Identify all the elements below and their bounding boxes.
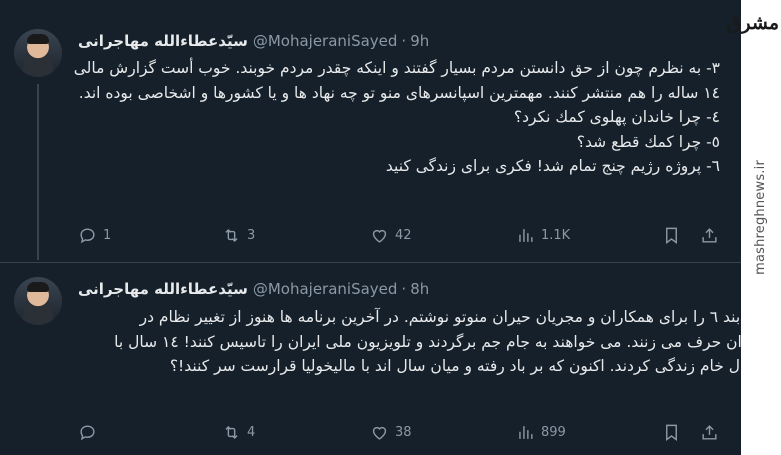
tweet-actions: 4 38 899	[78, 423, 728, 443]
avatar[interactable]	[14, 29, 62, 77]
like-count: 42	[395, 228, 412, 243]
author-handle[interactable]: @MohajeraniSayed	[253, 280, 398, 298]
share-button[interactable]	[700, 226, 719, 245]
views-button[interactable]: 1.1K	[516, 226, 570, 245]
tweet-header: سیّدعطاءالله مهاجرانی @MohajeraniSayed ·…	[78, 30, 456, 52]
retweet-icon	[225, 228, 238, 243]
separator: ·	[401, 32, 407, 50]
author-name[interactable]: سیّدعطاءالله مهاجرانی	[78, 32, 248, 50]
watermark-logo: مشرق	[726, 12, 779, 34]
timestamp[interactable]: 9h	[410, 32, 429, 50]
like-button[interactable]: 38	[370, 423, 412, 442]
timestamp[interactable]: 8h	[410, 280, 429, 298]
tweet[interactable]: سیّدعطاءالله مهاجرانی @MohajeraniSayed ·…	[0, 0, 742, 262]
author-handle[interactable]: @MohajeraniSayed	[253, 32, 398, 50]
views-count: 899	[541, 425, 566, 440]
like-button[interactable]: 42	[370, 226, 412, 245]
like-icon	[372, 229, 387, 243]
share-button[interactable]	[700, 423, 719, 442]
share-icon	[702, 228, 717, 243]
author-name[interactable]: سیّدعطاءالله مهاجرانی	[78, 280, 248, 298]
views-button[interactable]: 899	[516, 423, 566, 442]
tweet-header: سیّدعطاءالله مهاجرانی @MohajeraniSayed ·…	[78, 278, 495, 300]
bookmark-icon	[666, 424, 677, 442]
bookmark-button[interactable]	[662, 226, 681, 245]
reply-button[interactable]: 1	[78, 226, 111, 245]
reply-icon	[80, 425, 95, 441]
watermark-strip: مشرق mashreghnews.ir	[726, 0, 781, 455]
like-icon	[372, 426, 387, 440]
thread-line	[37, 84, 39, 260]
retweet-button[interactable]: 4	[222, 423, 255, 442]
retweet-icon	[225, 425, 238, 440]
avatar[interactable]	[14, 277, 62, 325]
views-icon	[519, 426, 533, 439]
reply-button[interactable]	[78, 423, 103, 442]
tweet-divider	[0, 262, 742, 263]
watermark-site: mashreghnews.ir	[753, 160, 768, 275]
retweet-button[interactable]: 3	[222, 226, 255, 245]
tweet-actions: 1 3 42 1.1K	[78, 226, 728, 246]
tweet-text: ٣- به نظرم چون از حق دانستن مردم بسیار گ…	[73, 59, 720, 175]
bookmark-button[interactable]	[662, 423, 681, 442]
views-count: 1.1K	[541, 228, 571, 243]
reply-count: 1	[103, 228, 112, 243]
share-icon	[702, 425, 717, 440]
retweet-count: 3	[247, 228, 256, 243]
retweet-count: 4	[247, 425, 256, 440]
like-count: 38	[395, 425, 412, 440]
reply-icon	[80, 228, 95, 244]
tweet-text: ٧- بند ٦ را برای همکاران و مجریان حیران …	[114, 308, 759, 375]
bookmark-icon	[666, 227, 677, 245]
views-icon	[519, 229, 533, 242]
separator: ·	[401, 280, 407, 298]
